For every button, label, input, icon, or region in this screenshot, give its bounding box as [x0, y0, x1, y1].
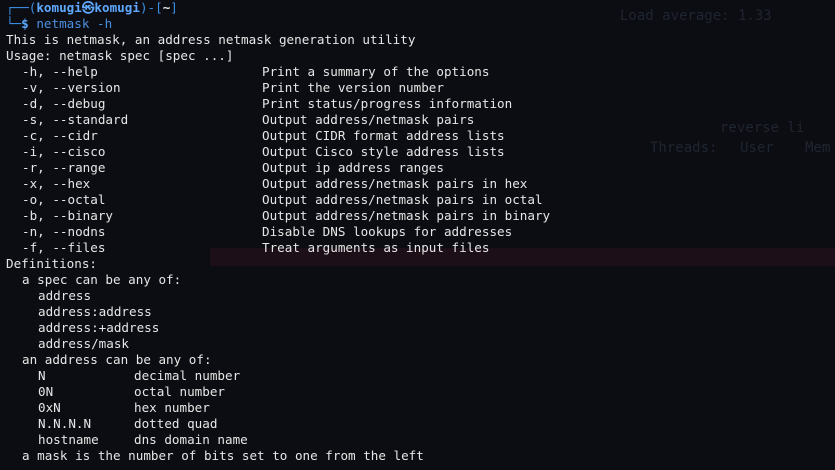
prompt-corner-bottom: └─ [6, 16, 22, 31]
option-desc: Print a summary of the options [262, 64, 490, 79]
option-row: -v, --version Print the version number [6, 80, 835, 96]
address-form-row: Ndecimal number [6, 368, 835, 384]
address-form: 0xN [38, 400, 61, 415]
spec-heading: a spec can be any of: [22, 272, 182, 287]
option-row: -f, --files Treat arguments as input file… [6, 240, 835, 256]
address-form-row: hostname dns domain name [6, 432, 835, 448]
option-desc: Output address/netmask pairs [262, 112, 475, 127]
option-flag: -b, --binary [22, 208, 113, 223]
address-form: N.N.N.N [38, 416, 92, 431]
option-desc: Output address/netmask pairs in binary [262, 208, 551, 223]
option-desc: Print the version number [262, 80, 444, 95]
usage-line: Usage: netmask spec [spec ...] [6, 48, 234, 63]
option-row: -d, --debug Print status/progress informa… [6, 96, 835, 112]
option-row: -c, --cidr Output CIDR format address lis… [6, 128, 835, 144]
prompt-dollar: $ [21, 16, 29, 31]
spec-form: address/mask [38, 336, 129, 351]
prompt-line-bottom: └─$ netmask -h [6, 16, 835, 32]
option-flag: -s, --standard [22, 112, 129, 127]
option-row: -h, --help Print a summary of the options [6, 64, 835, 80]
definitions-heading: Definitions: [6, 256, 97, 271]
option-row: -o, --octal Output address/netmask pairs … [6, 192, 835, 208]
command-text: netmask -h [28, 16, 113, 31]
option-flag: -x, --hex [22, 176, 91, 191]
address-form: hostname [38, 432, 99, 447]
option-desc: Print status/progress information [262, 96, 513, 111]
option-desc: Output ip address ranges [262, 160, 444, 175]
option-row: -b, --binary Output address/netmask pairs… [6, 208, 835, 224]
option-flag: -r, --range [22, 160, 106, 175]
option-flag: -h, --help [22, 64, 98, 79]
address-form-desc: decimal number [134, 368, 241, 383]
address-form-row: 0xN hex number [6, 400, 835, 416]
option-row: -r, --range Output ip address ranges [6, 160, 835, 176]
option-desc: Output address/netmask pairs in hex [262, 176, 528, 191]
prompt-line-top: ┌──(komugi㉿komugi)-[~] [6, 0, 835, 16]
option-flag: -f, --files [22, 240, 106, 255]
option-desc: Output address/netmask pairs in octal [262, 192, 543, 207]
spec-form: address:+address [38, 320, 160, 335]
address-form-desc: octal number [134, 384, 225, 399]
address-heading: an address can be any of: [22, 352, 212, 367]
option-desc: Output CIDR format address lists [262, 128, 505, 143]
address-form-desc: dns domain name [134, 432, 248, 447]
option-flag: -d, --debug [22, 96, 106, 111]
option-desc: Disable DNS lookups for addresses [262, 224, 513, 239]
terminal-output[interactable]: ┌──(komugi㉿komugi)-[~] └─$ netmask -h Th… [6, 0, 835, 464]
prompt-corner-top: ┌──( [6, 0, 37, 15]
mask-line: a mask is the number of bits set to one … [22, 448, 424, 463]
prompt-bracket-end: ] [170, 0, 178, 15]
address-form-row: N.N.N.N dotted quad [6, 416, 835, 432]
address-form-desc: dotted quad [134, 416, 218, 431]
spec-form: address [38, 288, 92, 303]
option-flag: -o, --octal [22, 192, 106, 207]
option-flag: -v, --version [22, 80, 121, 95]
option-desc: Treat arguments as input files [262, 240, 490, 255]
option-row: -s, --standard Output address/netmask pai… [6, 112, 835, 128]
address-form-desc: hex number [134, 400, 210, 415]
option-desc: Output Cisco style address lists [262, 144, 505, 159]
address-form: N [38, 368, 46, 383]
address-form-row: 0N octal number [6, 384, 835, 400]
prompt-user-host: komugi㉿komugi [36, 0, 140, 15]
spec-form: address:address [38, 304, 152, 319]
option-flag: -c, --cidr [22, 128, 98, 143]
option-row: -x, --hex Output address/netmask pairs in… [6, 176, 835, 192]
intro-line: This is netmask, an address netmask gene… [6, 32, 416, 47]
option-row: -n, --nodns Disable DNS lookups for addre… [6, 224, 835, 240]
option-flag: -n, --nodns [22, 224, 106, 239]
address-form: 0N [38, 384, 54, 399]
option-row: -i, --cisco Output Cisco style address li… [6, 144, 835, 160]
option-flag: -i, --cisco [22, 144, 106, 159]
prompt-bracket: )-[ [139, 0, 163, 15]
